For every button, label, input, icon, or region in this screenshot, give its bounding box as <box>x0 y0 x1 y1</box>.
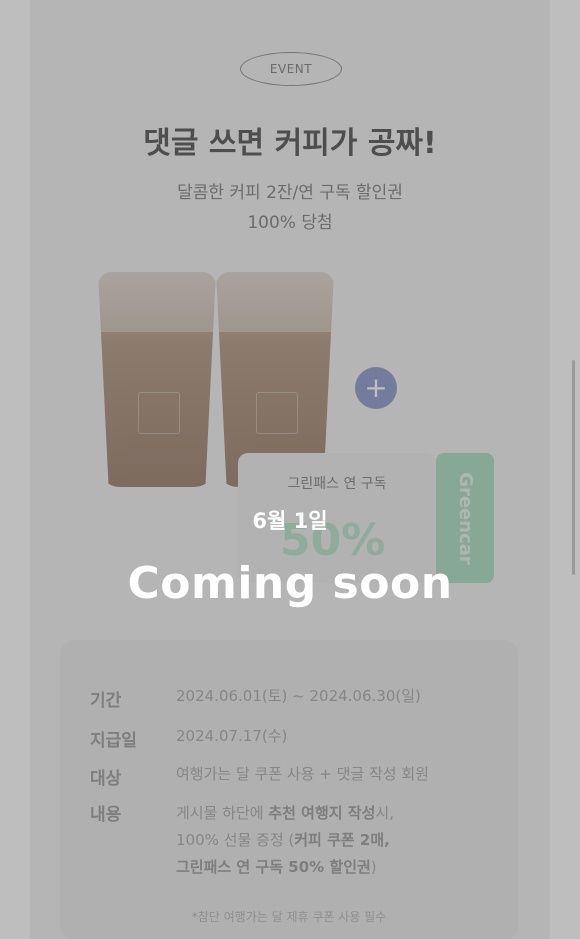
overlay-date: 6월 1일 <box>252 509 328 533</box>
vertical-scrollbar[interactable] <box>572 360 575 575</box>
coming-soon-text: Coming soon <box>127 558 453 609</box>
coming-soon-overlay: 6월 1일 Coming soon <box>0 0 580 939</box>
